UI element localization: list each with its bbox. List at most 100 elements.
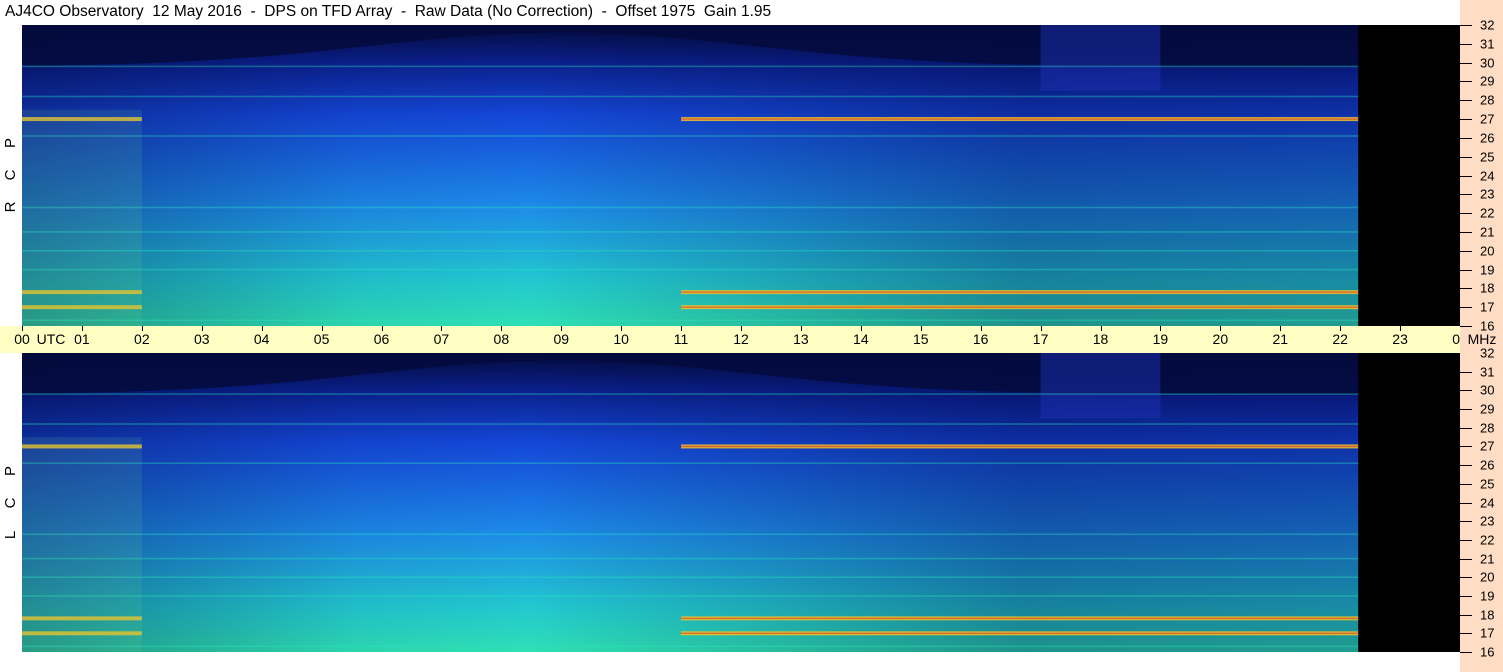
utc-tick-label: 12 (733, 331, 749, 347)
utc-tick-label: 07 (433, 331, 450, 347)
freq-tick-mark (1460, 558, 1472, 560)
freq-tick-mark (1460, 119, 1472, 121)
band-weak-4 (22, 557, 1359, 560)
polarization-letter: L (2, 530, 19, 540)
freq-tick-mark (1460, 614, 1472, 616)
night-noise-region (22, 109, 142, 326)
utc-tick-label: 10 (613, 331, 629, 347)
freq-tick-mark (1460, 390, 1472, 392)
freq-tick-label: 19 (1480, 262, 1495, 278)
freq-tick-mark (1460, 100, 1472, 102)
band-weak-7 (22, 319, 1359, 322)
freq-tick-label: 26 (1480, 457, 1495, 473)
utc-tick-label: 05 (313, 331, 330, 347)
lcp-spectrogram-panel (22, 353, 1460, 652)
utc-tick-label: 00 (14, 331, 30, 347)
freq-tick-label: 27 (1480, 111, 1495, 127)
band-weak-0 (22, 393, 1359, 395)
utc-tick-label: 17 (1032, 331, 1049, 347)
freq-tick-mark (1460, 577, 1472, 579)
freq-tick-label: 28 (1480, 420, 1495, 436)
freq-tick-label: 25 (1480, 476, 1495, 492)
freq-tick-mark (1460, 231, 1472, 233)
freq-tick-mark (1460, 213, 1472, 215)
freq-tick-label: 31 (1480, 364, 1495, 380)
band-weak-2 (22, 462, 1359, 465)
utc-tick-label: 04 (253, 331, 270, 347)
freq-tick-label: 25 (1480, 149, 1495, 165)
band-weak-3 (22, 533, 1359, 536)
freq-tick-mark (1460, 137, 1472, 139)
freq-tick-label: 18 (1480, 280, 1495, 296)
freq-tick-label: 22 (1480, 205, 1495, 221)
utc-tick-label: 02 (134, 331, 150, 347)
freq-tick-mark (1460, 409, 1472, 411)
utc-tick-label: 23 (1392, 331, 1408, 347)
freq-tick-mark (1460, 465, 1472, 467)
band-weak-1 (22, 423, 1359, 425)
utc-tick-label: 20 (1212, 331, 1229, 347)
utc-tick-label: 14 (853, 331, 869, 347)
freq-tick-label: 27 (1480, 438, 1495, 454)
freq-tick-label: 29 (1480, 401, 1495, 417)
freq-tick-mark (1460, 43, 1472, 45)
freq-tick-label: 32 (1480, 345, 1495, 361)
freq-tick-mark (1460, 194, 1472, 196)
freq-tick-mark (1460, 595, 1472, 597)
night-noise-region (22, 437, 142, 652)
freq-tick-label: 23 (1480, 186, 1495, 202)
freq-tick-label: 28 (1480, 92, 1495, 108)
utc-tick-label: 06 (373, 331, 390, 347)
freq-tick-mark (1460, 288, 1472, 290)
rcp-spectrogram (22, 25, 1359, 326)
utc-tick-label: 11 (673, 331, 689, 347)
freq-tick-label: 32 (1480, 17, 1495, 33)
band-core-2 (681, 306, 1359, 308)
rcp-spectrogram-panel (22, 25, 1460, 326)
freq-tick-label: 21 (1480, 551, 1495, 567)
utc-tick-label: 13 (793, 331, 809, 347)
band-weak-0 (22, 65, 1359, 68)
utc-tick-label: 16 (972, 331, 989, 347)
freq-tick-mark (1460, 326, 1472, 327)
band-core-1 (681, 617, 1359, 619)
freq-tick-mark (1460, 483, 1472, 485)
freq-tick-mark (1460, 539, 1472, 541)
band-core-0 (681, 445, 1359, 448)
freq-tick-label: 22 (1480, 532, 1495, 548)
band-weak-7 (22, 645, 1359, 648)
freq-tick-mark (1460, 307, 1472, 309)
polarization-letter: R (2, 201, 19, 213)
rcp-label: P C R (2, 127, 19, 223)
utc-tick-label: 22 (1332, 331, 1348, 347)
interference-block (1040, 353, 1161, 419)
freq-tick-mark (1460, 633, 1472, 635)
band-weak-6 (22, 595, 1359, 597)
freq-tick-label: 16 (1480, 644, 1495, 660)
freq-tick-mark (1460, 250, 1472, 252)
freq-tick-mark (1460, 81, 1472, 83)
freq-tick-mark (1460, 521, 1472, 523)
polarization-letter: P (2, 138, 19, 149)
polarization-letter: C (2, 169, 19, 181)
utc-tick-label: 08 (493, 331, 510, 347)
band-weak-5 (22, 576, 1359, 579)
polarization-letter: P (2, 466, 19, 477)
utc-tick-label: 01 (74, 331, 90, 347)
freq-tick-label: 26 (1480, 130, 1495, 146)
freq-tick-mark (1460, 427, 1472, 429)
band-weak-6 (22, 268, 1359, 271)
interference-block (1040, 25, 1161, 91)
band-core-2 (681, 632, 1359, 634)
freq-tick-label: 17 (1480, 299, 1495, 315)
lcp-spectrogram (22, 353, 1359, 652)
mhz-unit-label: MHz (1467, 331, 1497, 347)
band-weak-3 (22, 206, 1359, 209)
utc-tick-label: 09 (553, 331, 570, 347)
freq-tick-label: 29 (1480, 73, 1495, 89)
freq-tick-label: 17 (1480, 625, 1495, 641)
band-weak-1 (22, 95, 1359, 98)
band-core-0 (681, 118, 1359, 120)
utc-tick-label: 21 (1272, 331, 1289, 347)
lcp-label: P C L (2, 455, 19, 551)
